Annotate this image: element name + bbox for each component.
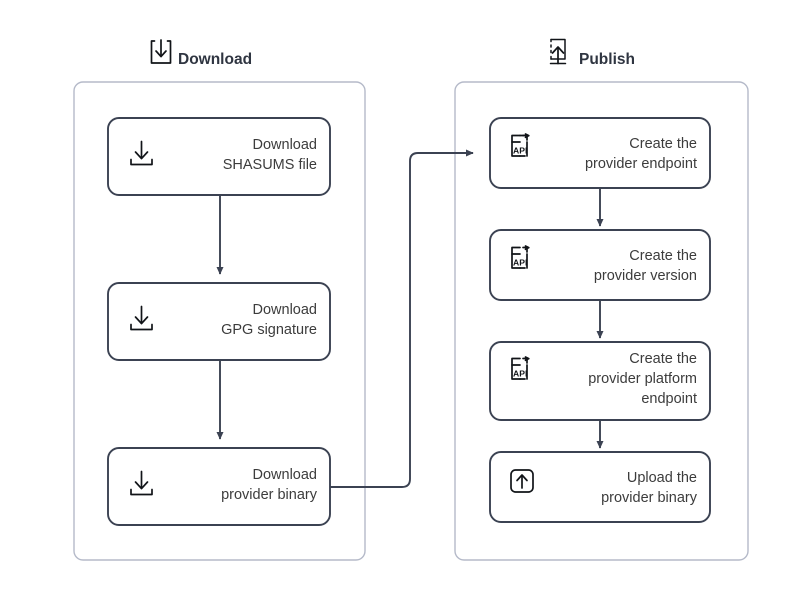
group-publish: Publish API Create the provider endpoint (454, 38, 749, 561)
group-publish-title: Publish (579, 51, 635, 68)
node-create-provider-platform-endpoint[interactable]: API Create the provider platform endpoin… (489, 341, 711, 421)
group-download-title: Download (178, 51, 252, 68)
node-create-provider-endpoint-line-2: provider endpoint (585, 156, 697, 172)
node-create-provider-platform-endpoint-line-2: provider platform (588, 371, 697, 387)
group-download: Download Download SHASUMS file Download … (73, 39, 366, 561)
node-download-gpg-line-1: Download (253, 302, 318, 318)
node-download-shasums-line-2: SHASUMS file (223, 157, 317, 173)
flowchart-svg: Download Download SHASUMS file Download … (73, 38, 749, 561)
node-create-provider-endpoint[interactable]: API Create the provider endpoint (489, 117, 711, 189)
node-download-binary-line-2: provider binary (221, 487, 318, 503)
node-create-provider-version[interactable]: API Create the provider version (489, 229, 711, 301)
publish-upload-box-icon (549, 38, 567, 65)
diagram-canvas: Download Download SHASUMS file Download … (0, 0, 807, 597)
node-create-provider-endpoint-line-1: Create the (629, 136, 697, 152)
node-download-shasums-line-1: Download (253, 137, 318, 153)
node-create-provider-platform-endpoint-line-1: Create the (629, 351, 697, 367)
node-download-gpg-line-2: GPG signature (221, 322, 317, 338)
download-box-icon (150, 39, 172, 64)
node-download-binary[interactable]: Download provider binary (107, 447, 331, 526)
node-download-gpg[interactable]: Download GPG signature (107, 282, 331, 361)
api-icon-label: API (513, 146, 527, 156)
api-icon-label: API (513, 258, 527, 268)
node-create-provider-platform-endpoint-line-3: endpoint (641, 391, 697, 407)
api-icon-label: API (513, 369, 527, 379)
node-create-provider-version-line-1: Create the (629, 248, 697, 264)
node-upload-provider-binary-line-1: Upload the (627, 470, 697, 486)
node-upload-provider-binary-line-2: provider binary (601, 490, 698, 506)
node-create-provider-version-line-2: provider version (594, 268, 697, 284)
node-download-binary-line-1: Download (253, 467, 318, 483)
node-upload-provider-binary[interactable]: Upload the provider binary (489, 451, 711, 523)
node-download-shasums[interactable]: Download SHASUMS file (107, 117, 331, 196)
node-upload-provider-binary-box[interactable] (489, 451, 711, 523)
